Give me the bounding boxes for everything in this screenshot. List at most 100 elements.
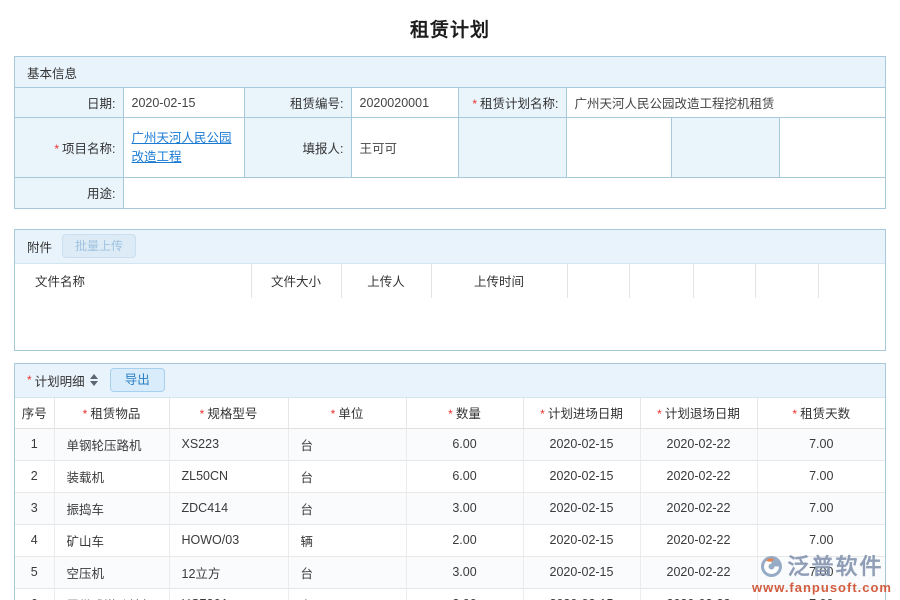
cell-start-date: 2020-02-15 bbox=[523, 556, 640, 588]
cell-qty: 6.00 bbox=[406, 460, 523, 492]
cell-item: 单钢轮压路机 bbox=[54, 428, 169, 460]
field-label-empty-2 bbox=[671, 118, 779, 178]
cell-item: 矿山车 bbox=[54, 524, 169, 556]
column-header-empty-5 bbox=[818, 264, 885, 298]
column-header-file-name: 文件名称 bbox=[15, 264, 251, 298]
cell-model: 12立方 bbox=[169, 556, 288, 588]
column-header-model: *规格型号 bbox=[169, 398, 288, 429]
section-header-basic-info: 基本信息 bbox=[15, 57, 885, 87]
export-button[interactable]: 导出 bbox=[110, 368, 165, 393]
cell-end-date: 2020-02-22 bbox=[640, 428, 757, 460]
column-header-start-date: *计划进场日期 bbox=[523, 398, 640, 429]
cell-days: 7.00 bbox=[757, 428, 885, 460]
column-header-upload-time: 上传时间 bbox=[431, 264, 567, 298]
section-plan-detail: * 计划明细 导出 序号 *租赁物品 *规格型号 *单位 *数量 *计划进场日期… bbox=[14, 363, 886, 600]
cell-qty: 2.00 bbox=[406, 524, 523, 556]
cell-days: 7.00 bbox=[757, 588, 885, 600]
basic-info-table: 日期: 2020-02-15 租赁编号: 2020020001 *租赁计划名称:… bbox=[15, 87, 885, 208]
cell-item: 装载机 bbox=[54, 460, 169, 492]
table-row: 1 单钢轮压路机 XS223 台 6.00 2020-02-15 2020-02… bbox=[15, 428, 885, 460]
section-attachments: 附件 批量上传 文件名称 文件大小 上传人 上传时间 bbox=[14, 229, 886, 351]
column-header-empty-1 bbox=[567, 264, 629, 298]
table-row: 3 振捣车 ZDC414 台 3.00 2020-02-15 2020-02-2… bbox=[15, 492, 885, 524]
field-label-empty-1 bbox=[458, 118, 566, 178]
cell-unit: 台 bbox=[288, 460, 406, 492]
cell-start-date: 2020-02-15 bbox=[523, 588, 640, 600]
cell-model: HC726A bbox=[169, 588, 288, 600]
cell-start-date: 2020-02-15 bbox=[523, 492, 640, 524]
field-label-project-name: *项目名称: bbox=[15, 118, 123, 178]
cell-item: 空压机 bbox=[54, 556, 169, 588]
cell-seq: 6 bbox=[15, 588, 54, 600]
basic-info-row-3: 用途: bbox=[15, 178, 885, 208]
chevron-down-icon bbox=[90, 381, 98, 386]
cell-qty: 6.00 bbox=[406, 428, 523, 460]
sort-toggle[interactable] bbox=[90, 374, 98, 386]
field-value-date: 2020-02-15 bbox=[123, 88, 244, 118]
cell-item: 振捣车 bbox=[54, 492, 169, 524]
cell-seq: 5 bbox=[15, 556, 54, 588]
table-row: 2 装载机 ZL50CN 台 6.00 2020-02-15 2020-02-2… bbox=[15, 460, 885, 492]
column-header-days: *租赁天数 bbox=[757, 398, 885, 429]
cell-days: 7.00 bbox=[757, 460, 885, 492]
field-value-project-name: 广州天河人民公园改造工程 bbox=[123, 118, 244, 178]
chevron-up-icon bbox=[90, 374, 98, 379]
column-header-item: *租赁物品 bbox=[54, 398, 169, 429]
table-row: 5 空压机 12立方 台 3.00 2020-02-15 2020-02-22 … bbox=[15, 556, 885, 588]
page: 租赁计划 基本信息 日期: 2020-02-15 租赁编号: 202002000… bbox=[0, 0, 900, 600]
cell-model: ZL50CN bbox=[169, 460, 288, 492]
attachments-empty-body bbox=[15, 298, 885, 350]
basic-info-title: 基本信息 bbox=[27, 63, 77, 82]
cell-model: ZDC414 bbox=[169, 492, 288, 524]
cell-days: 7.00 bbox=[757, 492, 885, 524]
column-header-empty-4 bbox=[755, 264, 818, 298]
field-value-empty-2 bbox=[779, 118, 885, 178]
table-row: 4 矿山车 HOWO/03 辆 2.00 2020-02-15 2020-02-… bbox=[15, 524, 885, 556]
cell-days: 7.00 bbox=[757, 524, 885, 556]
basic-info-row-2: *项目名称: 广州天河人民公园改造工程 填报人: 王可可 bbox=[15, 118, 885, 178]
field-label-date: 日期: bbox=[15, 88, 123, 118]
cell-seq: 4 bbox=[15, 524, 54, 556]
attachments-table: 文件名称 文件大小 上传人 上传时间 bbox=[15, 264, 885, 298]
cell-model: HOWO/03 bbox=[169, 524, 288, 556]
cell-unit: 台 bbox=[288, 428, 406, 460]
field-value-rent-no: 2020020001 bbox=[351, 88, 458, 118]
cell-unit: 辆 bbox=[288, 524, 406, 556]
project-name-link[interactable]: 广州天河人民公园改造工程 bbox=[132, 131, 232, 164]
cell-item: 履带式潜孔钻机 bbox=[54, 588, 169, 600]
cell-start-date: 2020-02-15 bbox=[523, 460, 640, 492]
column-header-uploader: 上传人 bbox=[341, 264, 431, 298]
cell-seq: 3 bbox=[15, 492, 54, 524]
cell-qty: 2.00 bbox=[406, 588, 523, 600]
cell-seq: 2 bbox=[15, 460, 54, 492]
plan-detail-title: 计划明细 bbox=[35, 371, 85, 390]
cell-qty: 3.00 bbox=[406, 492, 523, 524]
section-header-attachments: 附件 批量上传 bbox=[15, 230, 885, 264]
section-basic-info: 基本信息 日期: 2020-02-15 租赁编号: 2020020001 *租赁… bbox=[14, 56, 886, 209]
basic-info-row-1: 日期: 2020-02-15 租赁编号: 2020020001 *租赁计划名称:… bbox=[15, 88, 885, 118]
cell-unit: 台 bbox=[288, 588, 406, 600]
attachments-header-row: 文件名称 文件大小 上传人 上传时间 bbox=[15, 264, 885, 298]
cell-start-date: 2020-02-15 bbox=[523, 428, 640, 460]
section-header-plan-detail: * 计划明细 导出 bbox=[15, 364, 885, 398]
column-header-end-date: *计划退场日期 bbox=[640, 398, 757, 429]
batch-upload-button[interactable]: 批量上传 bbox=[62, 234, 136, 258]
cell-unit: 台 bbox=[288, 492, 406, 524]
field-value-reporter: 王可可 bbox=[351, 118, 458, 178]
attachments-title: 附件 bbox=[27, 237, 52, 256]
field-value-empty-1 bbox=[566, 118, 671, 178]
page-title: 租赁计划 bbox=[0, 0, 900, 39]
cell-end-date: 2020-02-22 bbox=[640, 588, 757, 600]
column-header-seq: 序号 bbox=[15, 398, 54, 429]
cell-end-date: 2020-02-22 bbox=[640, 524, 757, 556]
cell-end-date: 2020-02-22 bbox=[640, 460, 757, 492]
field-value-plan-name: 广州天河人民公园改造工程挖机租赁 bbox=[566, 88, 885, 118]
cell-start-date: 2020-02-15 bbox=[523, 524, 640, 556]
plan-detail-header-row: 序号 *租赁物品 *规格型号 *单位 *数量 *计划进场日期 *计划退场日期 *… bbox=[15, 398, 885, 429]
column-header-file-size: 文件大小 bbox=[251, 264, 341, 298]
field-label-plan-name: *租赁计划名称: bbox=[458, 88, 566, 118]
field-label-rent-no: 租赁编号: bbox=[244, 88, 351, 118]
field-label-reporter: 填报人: bbox=[244, 118, 351, 178]
cell-unit: 台 bbox=[288, 556, 406, 588]
table-row: 6 履带式潜孔钻机 HC726A 台 2.00 2020-02-15 2020-… bbox=[15, 588, 885, 600]
